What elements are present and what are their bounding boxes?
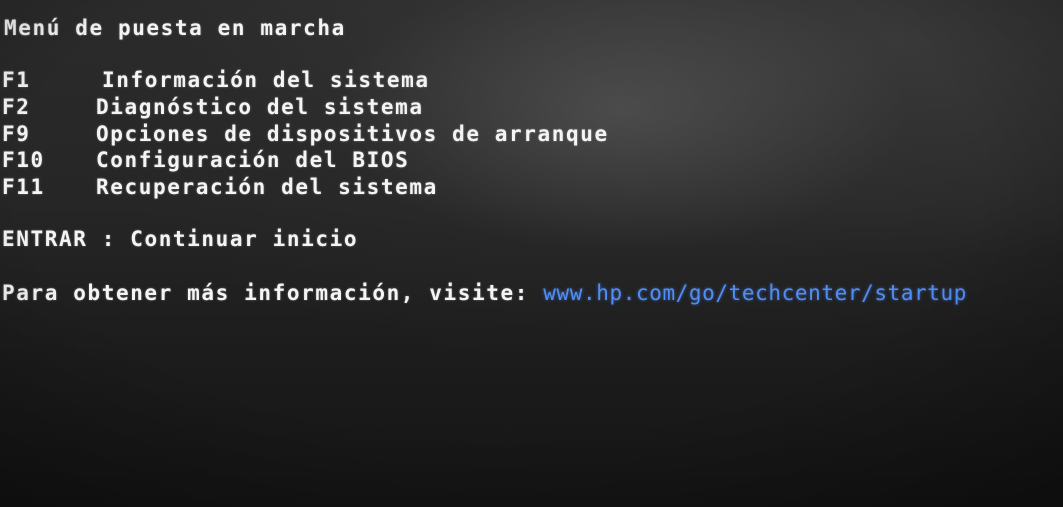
hp-startup-link[interactable]: www.hp.com/go/techcenter/startup xyxy=(543,281,967,305)
menu-item-system-recovery[interactable]: F11 Recuperación del sistema xyxy=(2,175,702,201)
enter-key: ENTRAR xyxy=(2,227,88,251)
menu-item-boot-device-options[interactable]: F9 Opciones de dispositivos de arranque xyxy=(2,122,702,148)
menu-item-label: Configuración del BIOS xyxy=(96,148,410,172)
menu-item-label: Diagnóstico del sistema xyxy=(96,95,424,119)
menu-item-key: F11 xyxy=(2,175,45,199)
menu-item-key: F2 xyxy=(2,95,31,119)
more-info-text: Para obtener más información, visite: xyxy=(2,281,544,305)
menu-item-key: F9 xyxy=(2,122,31,146)
menu-item-label: Opciones de dispositivos de arranque xyxy=(96,122,609,146)
menu-item-label: Recuperación del sistema xyxy=(96,175,438,199)
continue-startup-option[interactable]: ENTRAR : Continuar inicio xyxy=(2,227,358,251)
menu-item-label: Información del sistema xyxy=(102,68,430,92)
menu-item-key: F10 xyxy=(2,148,45,172)
bios-startup-screen: Menú de puesta en marcha F1 Información … xyxy=(0,0,1063,507)
menu-item-bios-setup[interactable]: F10 Configuración del BIOS xyxy=(2,148,702,174)
enter-separator: : xyxy=(87,227,131,251)
startup-menu-title: Menú de puesta en marcha xyxy=(4,16,346,40)
more-info-line: Para obtener más información, visite: ww… xyxy=(2,281,967,305)
menu-item-key: F1 xyxy=(2,68,31,92)
continue-startup-label: Continuar inicio xyxy=(130,227,359,251)
menu-item-system-diagnostics[interactable]: F2 Diagnóstico del sistema xyxy=(2,95,702,121)
menu-item-system-information[interactable]: F1 Información del sistema xyxy=(2,68,702,94)
